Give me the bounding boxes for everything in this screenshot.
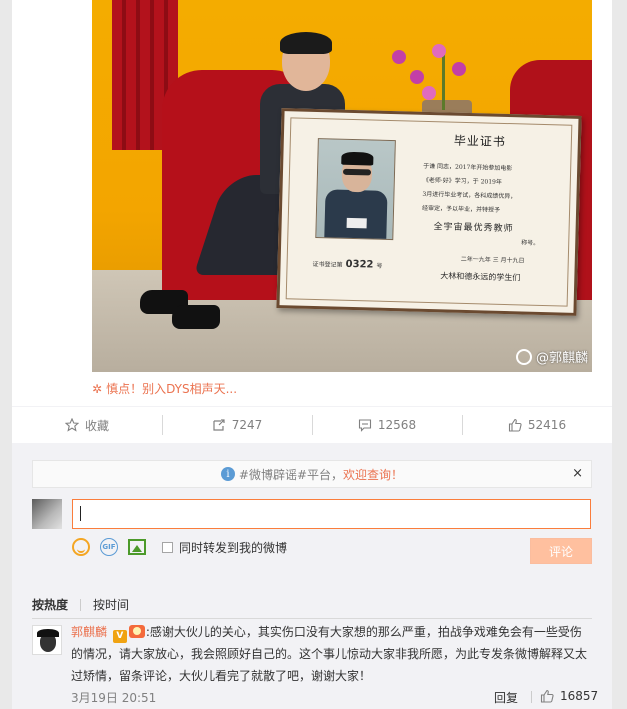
photo-watermark: @郭麒麟	[515, 347, 588, 366]
notice-link[interactable]: 欢迎查询！	[343, 466, 403, 483]
certificate-honor: 全宇宙最优秀教师	[433, 222, 514, 235]
photo-shoe	[172, 305, 220, 329]
sort-divider-line	[32, 618, 592, 619]
rumor-notice[interactable]: i #微博辟谣#平台， 欢迎查询！ ×	[32, 460, 592, 488]
registration-number: 0322	[345, 258, 374, 271]
comment-count: 12568	[377, 418, 417, 432]
member-crown-icon[interactable]	[128, 625, 145, 638]
photo-orchid	[422, 86, 436, 100]
certificate-registration: 证书登记第 0322 号	[312, 258, 382, 271]
like-count: 52416	[527, 418, 567, 432]
repost-icon	[213, 419, 225, 431]
repost-count: 7247	[231, 418, 263, 432]
portrait-glasses	[342, 168, 372, 176]
certificate-signature: 大林和德永远的学生们	[440, 271, 521, 283]
repost-button[interactable]: 7247	[162, 407, 312, 443]
watermark-text: @郭麒麟	[535, 351, 588, 366]
sort-divider	[80, 598, 82, 611]
comment-section: i #微博辟谣#平台， 欢迎查询！ × GIF 同时转发到我的微博 评论 按热度 …	[12, 443, 612, 709]
commenter-avatar[interactable]	[32, 625, 62, 655]
graduation-certificate: 毕业证书 于谦 同志，2017年开始参加电影 《老师·好》学习，于 2019年 …	[276, 108, 582, 316]
comment-action-divider	[531, 691, 532, 703]
certificate-date: 二年一九年 三 月十九日	[460, 255, 525, 265]
certificate-honor-suffix: 称号。	[521, 239, 540, 247]
reply-button[interactable]: 回复	[494, 689, 518, 706]
portrait-body	[324, 189, 388, 241]
star-icon	[64, 418, 79, 432]
photo-orchid	[452, 62, 466, 76]
photo-orchid-stem	[442, 50, 445, 110]
verified-badge-icon[interactable]: V	[112, 630, 127, 643]
like-icon	[508, 418, 522, 432]
post-tagline[interactable]: ✲ 慎点！别入DYS相声天...	[92, 380, 237, 397]
image-icon[interactable]	[128, 539, 146, 555]
certificate-portrait	[315, 138, 396, 241]
notice-prefix: #微博辟谣#平台，	[238, 467, 344, 482]
submit-comment-button[interactable]: 评论	[530, 538, 592, 564]
comment-sort-tabs: 按热度 按时间	[32, 596, 129, 613]
photo-orchid	[432, 44, 446, 58]
registration-prefix: 证书登记第	[312, 260, 343, 269]
certificate-title: 毕业证书	[453, 133, 507, 149]
comment-icon	[358, 419, 371, 432]
comment-text: 郭麒麟 V:感谢大伙儿的关心，其实伤口没有大家想的那么严重，拍战争戏难免会有一些…	[71, 621, 593, 687]
gif-icon[interactable]: GIF	[100, 538, 118, 556]
composer-tools: GIF 同时转发到我的微博	[72, 538, 287, 556]
comment-content: :感谢大伙儿的关心，其实伤口没有大家想的那么严重，拍战争戏难免会有一些受伤的情况…	[71, 625, 588, 683]
tagline-text: 慎点！别入DYS相声天...	[106, 382, 238, 396]
sort-by-time-tab[interactable]: 按时间	[93, 596, 129, 613]
photo-orchid	[410, 70, 424, 84]
flower-icon: ✲	[92, 381, 103, 396]
photo-person-hair	[280, 32, 332, 54]
repost-checkbox-label[interactable]: 同时转发到我的微博	[179, 539, 287, 556]
text-caret	[80, 506, 81, 521]
comment-like-button[interactable]: 16857	[540, 689, 598, 703]
comment-timestamp: 3月19日 20:51	[71, 691, 157, 705]
sort-by-hot-tab[interactable]: 按热度	[32, 596, 68, 613]
like-button[interactable]: 52416	[462, 407, 612, 443]
weibo-logo-icon	[515, 348, 532, 365]
emoji-icon[interactable]	[72, 538, 90, 556]
repost-checkbox[interactable]	[162, 541, 173, 553]
comment-like-count: 16857	[560, 689, 599, 703]
like-icon	[540, 689, 554, 703]
portrait-hair	[341, 151, 374, 166]
info-icon: i	[220, 467, 235, 481]
comment-input[interactable]	[72, 499, 591, 529]
post-photo[interactable]: 毕业证书 于谦 同志，2017年开始参加电影 《老师·好》学习，于 2019年 …	[92, 0, 592, 372]
registration-suffix: 号	[376, 262, 383, 270]
photo-orchid	[392, 50, 406, 64]
close-icon[interactable]: ×	[572, 466, 583, 481]
portrait-paper	[346, 217, 367, 229]
favorite-button[interactable]: 收藏	[12, 407, 162, 443]
favorite-label: 收藏	[84, 418, 109, 433]
my-avatar[interactable]	[32, 499, 62, 529]
commenter-name[interactable]: 郭麒麟	[71, 625, 107, 639]
weibo-card: 毕业证书 于谦 同志，2017年开始参加电影 《老师·好》学习，于 2019年 …	[12, 0, 612, 709]
comment-button[interactable]: 12568	[312, 407, 462, 443]
avatar-hair	[37, 629, 59, 637]
post-action-bar: 收藏 7247 12568 52416	[12, 406, 612, 443]
